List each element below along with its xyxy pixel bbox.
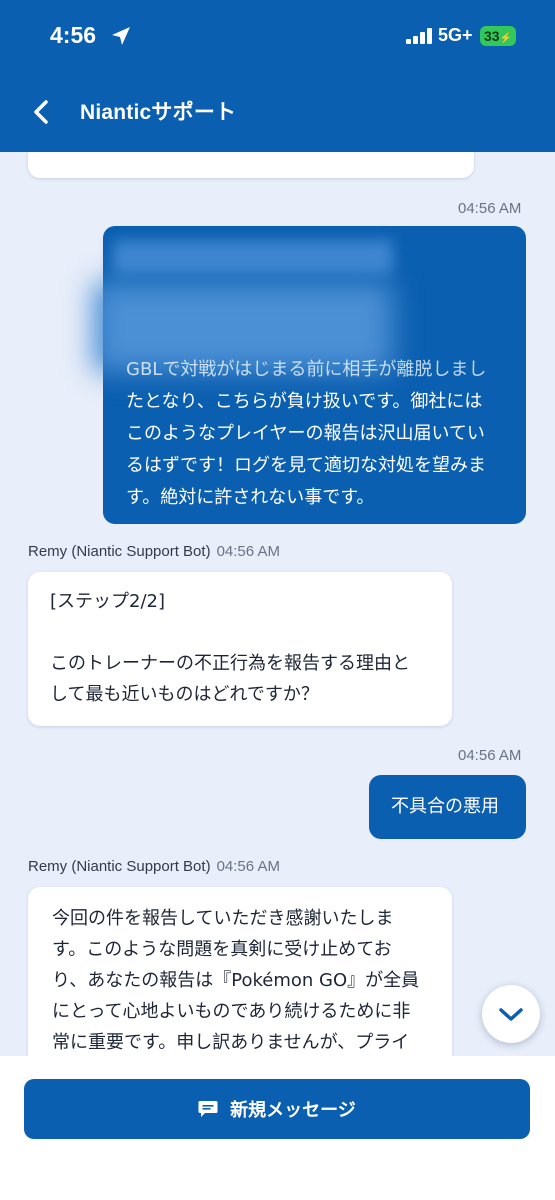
chevron-down-icon [499,1008,523,1021]
message-line: す。絶対に許されない事です。 [126,487,375,508]
message-timestamp: 04:56 AM [458,200,522,217]
message-line: るはずです！ログを見て適切な対処を望みま [126,455,486,476]
back-button[interactable] [24,92,60,132]
message-line: して最も近いものはどれですか？ [50,684,319,705]
cellular-signal-icon [406,28,432,44]
battery-level: 33 [483,28,500,44]
chat-bubble-icon [198,1101,218,1117]
location-arrow-icon [112,27,130,45]
battery-icon: 33⚡ [480,26,516,46]
network-type: 5G+ [438,25,473,45]
chat-thread[interactable]: ます。 04:56 AM GBLで対戦がはじまる前に相手が離脱しまし たとなり、… [0,152,555,1056]
user-message: 不具合の悪用 [369,775,526,839]
bot-message: 今回の件を報告していただき感謝いたしま す。このような問題を真剣に受け止めてお … [28,887,452,1056]
message-body: 今回の件を報告していただき感謝いたしま す。このような問題を真剣に受け止めてお … [52,903,447,1056]
message-text: ます。 [50,152,102,161]
sender-name: Remy (Niantic Support Bot) [28,858,211,875]
message-line: り、あなたの報告は『Pokémon GO』が全員 [52,970,420,991]
page-title: Nianticサポート [80,101,237,124]
chevron-left-icon [34,100,48,124]
message-line: GBLで対戦がはじまる前に相手が離脱しまし [126,359,487,380]
message-line: 常に重要です。申し訳ありませんが、プライ [52,1032,410,1053]
message-timestamp: 04:56 AM [458,747,522,764]
sender-name: Remy (Niantic Support Bot) [28,543,211,560]
bot-message: [ステップ2/2] このトレーナーの不正行為を報告する理由と して最も近いものは… [28,572,452,726]
message-body: GBLで対戦がはじまる前に相手が離脱しまし たとなり、こちらが負け扱いです。御社… [126,354,516,514]
message-timestamp: 04:56 AM [216,858,280,875]
sender-label: Remy (Niantic Support Bot) 04:56 AM [28,858,280,875]
new-message-button[interactable]: 新規メッセージ [24,1079,530,1139]
message-line: にとって心地よいものであり続けるために非 [52,1001,411,1022]
scroll-to-bottom-button[interactable] [482,985,540,1043]
message-line: [ステップ2/2] [50,591,166,612]
bot-message-partial: ます。 [28,152,474,178]
message-body: [ステップ2/2] このトレーナーの不正行為を報告する理由と して最も近いものは… [50,586,445,710]
message-text: 不具合の悪用 [391,796,499,817]
sender-label: Remy (Niantic Support Bot) 04:56 AM [28,543,280,560]
redacted-content [113,240,393,274]
message-line [50,617,445,648]
message-line: す。このような問題を真剣に受け止めてお [52,939,392,960]
message-line: このようなプレイヤーの報告は沢山届いてい [126,423,485,444]
message-line: このトレーナーの不正行為を報告する理由と [50,653,410,674]
message-line: 今回の件を報告していただき感謝いたしま [52,908,394,929]
status-bar: 4:56 5G+ 33⚡ [0,0,555,76]
message-timestamp: 04:56 AM [216,543,280,560]
user-message: GBLで対戦がはじまる前に相手が離脱しまし たとなり、こちらが負け扱いです。御社… [93,226,526,524]
bottom-panel: 新規メッセージ [0,1056,555,1200]
new-message-label: 新規メッセージ [230,1100,356,1121]
message-line: たとなり、こちらが負け扱いです。御社には [126,391,483,412]
charging-bolt-icon: ⚡ [499,33,513,44]
status-time: 4:56 [50,22,97,48]
nav-bar: Nianticサポート [0,76,555,152]
